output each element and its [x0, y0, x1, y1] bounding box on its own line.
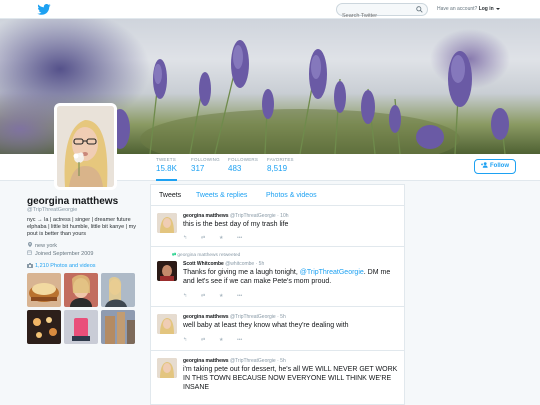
tweet-time[interactable]: 10h [280, 213, 288, 219]
tweet-avatar[interactable] [157, 358, 177, 378]
calendar-icon [27, 250, 32, 257]
joined-text: Joined September 2009 [35, 251, 94, 257]
tweet-text: i'm taking pete out for dessert, he's al… [183, 366, 398, 391]
photos-videos-label: 1,210 Photos and videos [35, 263, 96, 269]
search-icon[interactable] [416, 6, 423, 13]
profile-joined: Joined September 2009 [27, 250, 93, 257]
top-nav-bar: Have an account? Log in [0, 0, 540, 22]
tab-tweets-replies[interactable]: Tweets & replies [196, 192, 247, 199]
follow-button[interactable]: Follow [474, 159, 516, 174]
camera-icon [27, 263, 33, 269]
login-link[interactable]: Log in [479, 6, 494, 12]
stat-tweets[interactable]: TWEETS 15.8K [156, 157, 177, 181]
retweet-note: ⇄ georgina matthews retweeted [172, 253, 240, 258]
photo-thumbnail[interactable] [64, 273, 98, 307]
favorite-icon[interactable]: ★ [219, 337, 237, 343]
reply-icon[interactable]: ↰ [183, 235, 201, 241]
location-pin-icon [27, 242, 32, 249]
tweet-header: georgina matthews @TripThreatGeorgie · 5… [183, 314, 286, 320]
more-icon[interactable]: ••• [237, 235, 255, 241]
tweet-author-name[interactable]: georgina matthews [183, 314, 229, 320]
tweet-header: Scott Whitcombe @whitcombe · 5h [183, 261, 265, 267]
add-user-icon [481, 162, 488, 169]
tweet[interactable]: georgina matthews @TripThreatGeorgie · 5… [151, 351, 404, 404]
location-text: new york [35, 243, 58, 249]
profile-name: georgina matthews [27, 196, 119, 207]
photo-thumbnail[interactable] [101, 310, 135, 344]
favorite-icon[interactable]: ★ [219, 235, 237, 241]
timeline-tabs: Tweets Tweets & replies Photos & videos [151, 185, 404, 206]
avatar[interactable] [54, 103, 117, 190]
tweet-text: well baby at least they know what they'r… [183, 322, 349, 329]
tweet-time[interactable]: 5h [280, 358, 286, 364]
avatar-photo [57, 106, 114, 187]
stat-label: FAVORITES [267, 157, 294, 162]
tweet[interactable]: georgina matthews @TripThreatGeorgie · 5… [151, 307, 404, 351]
retweet-icon[interactable]: ⇄ [201, 293, 219, 299]
stat-value: 8,519 [267, 164, 288, 173]
profile-location: new york [27, 242, 57, 249]
stat-label: TWEETS [156, 157, 176, 162]
tweet-header: georgina matthews @TripThreatGeorgie · 5… [183, 358, 286, 364]
reply-icon[interactable]: ↰ [183, 293, 201, 299]
photo-thumbnail[interactable] [27, 273, 61, 307]
account-prompt-text: Have an account? [437, 6, 478, 12]
photo-thumbnail[interactable] [27, 310, 61, 344]
tweet-actions: ↰ ⇄ ★ ••• [183, 337, 255, 343]
search-box[interactable] [336, 3, 428, 22]
tweet-author-name[interactable]: georgina matthews [183, 213, 229, 219]
twitter-bird-icon[interactable] [37, 4, 51, 15]
stat-value: 483 [228, 164, 242, 173]
tweet-avatar[interactable] [157, 314, 177, 334]
photos-videos-link[interactable]: 1,210 Photos and videos [27, 263, 96, 269]
more-icon[interactable]: ••• [237, 337, 255, 343]
tweet-actions: ↰ ⇄ ★ ••• [183, 293, 255, 299]
tweet-time[interactable]: 5h [259, 261, 265, 267]
stat-followers[interactable]: FOLLOWERS 483 [228, 157, 258, 173]
tweet[interactable]: ⇄ georgina matthews retweeted Scott Whit… [151, 247, 404, 307]
stat-following[interactable]: FOLLOWING 317 [191, 157, 220, 173]
retweet-note-text[interactable]: georgina matthews retweeted [177, 253, 240, 258]
chevron-down-icon[interactable] [496, 7, 501, 10]
tweet-author-name[interactable]: Scott Whitcombe [183, 261, 224, 267]
stat-value: 317 [191, 164, 205, 173]
tweet-text: Thanks for giving me a laugh tonight, @T… [183, 268, 398, 286]
tweet-avatar[interactable] [157, 261, 177, 281]
tweet-author-handle[interactable]: @TripThreatGeorgie [230, 358, 276, 364]
stat-label: FOLLOWERS [228, 157, 259, 162]
follow-label: Follow [490, 163, 509, 169]
tab-photos-videos[interactable]: Photos & videos [266, 192, 317, 199]
retweet-icon[interactable]: ⇄ [201, 337, 219, 343]
tweet-actions: ↰ ⇄ ★ ••• [183, 235, 255, 241]
stat-label: FOLLOWING [191, 157, 220, 162]
tweet-text-part: Thanks for giving me a laugh tonight, [183, 269, 300, 276]
photo-thumbnail[interactable] [64, 310, 98, 344]
profile-handle[interactable]: @TripThreatGeorgie [27, 207, 77, 213]
tweet-text: this is the best day of my trash life [183, 221, 289, 228]
tweet[interactable]: georgina matthews @TripThreatGeorgie · 1… [151, 206, 404, 247]
reply-icon[interactable]: ↰ [183, 337, 201, 343]
tweet-author-handle[interactable]: @whitcombe [225, 261, 254, 267]
profile-bio: nyc → la | actress | singer | dreamer fu… [27, 217, 136, 237]
retweet-icon[interactable]: ⇄ [201, 235, 219, 241]
tweet-author-handle[interactable]: @TripThreatGeorgie [230, 213, 276, 219]
favorite-icon[interactable]: ★ [219, 293, 237, 299]
more-icon[interactable]: ••• [237, 293, 255, 299]
tweet-header: georgina matthews @TripThreatGeorgie · 1… [183, 213, 289, 219]
stat-favorites[interactable]: FAVORITES 8,519 [267, 157, 294, 173]
stat-value: 15.8K [156, 164, 177, 173]
timeline: Tweets Tweets & replies Photos & videos … [150, 184, 405, 405]
account-prompt: Have an account? Log in [437, 6, 501, 12]
retweet-icon: ⇄ [172, 253, 177, 258]
tweet-time[interactable]: 5h [280, 314, 286, 320]
tweet-author-handle[interactable]: @TripThreatGeorgie [230, 314, 276, 320]
tweet-avatar[interactable] [157, 213, 177, 233]
photo-thumbnail[interactable] [101, 273, 135, 307]
tweet-author-name[interactable]: georgina matthews [183, 358, 229, 364]
tweet-mention-link[interactable]: @TripThreatGeorgie [300, 269, 364, 276]
tab-tweets[interactable]: Tweets [159, 192, 181, 199]
